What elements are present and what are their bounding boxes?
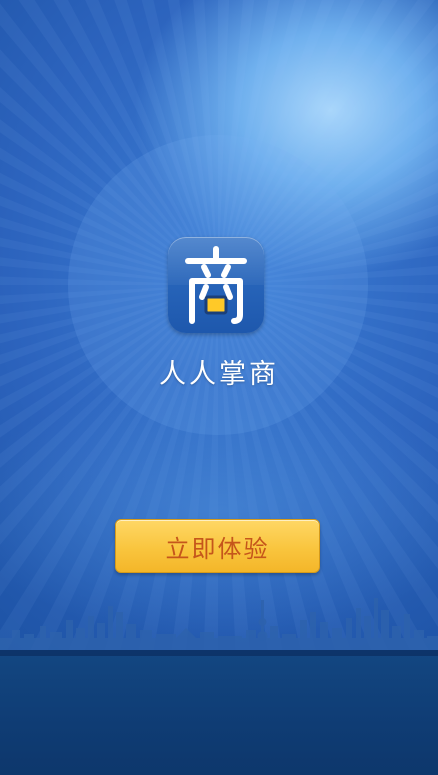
splash-screen: 人人掌商 立即体验 xyxy=(0,0,438,775)
icon-gloss xyxy=(168,237,264,285)
try-now-button[interactable]: 立即体验 xyxy=(115,519,320,573)
horizon-line xyxy=(0,650,438,656)
ground-area xyxy=(0,650,438,775)
app-name: 人人掌商 xyxy=(159,359,279,390)
shang-logo-icon xyxy=(168,237,264,333)
